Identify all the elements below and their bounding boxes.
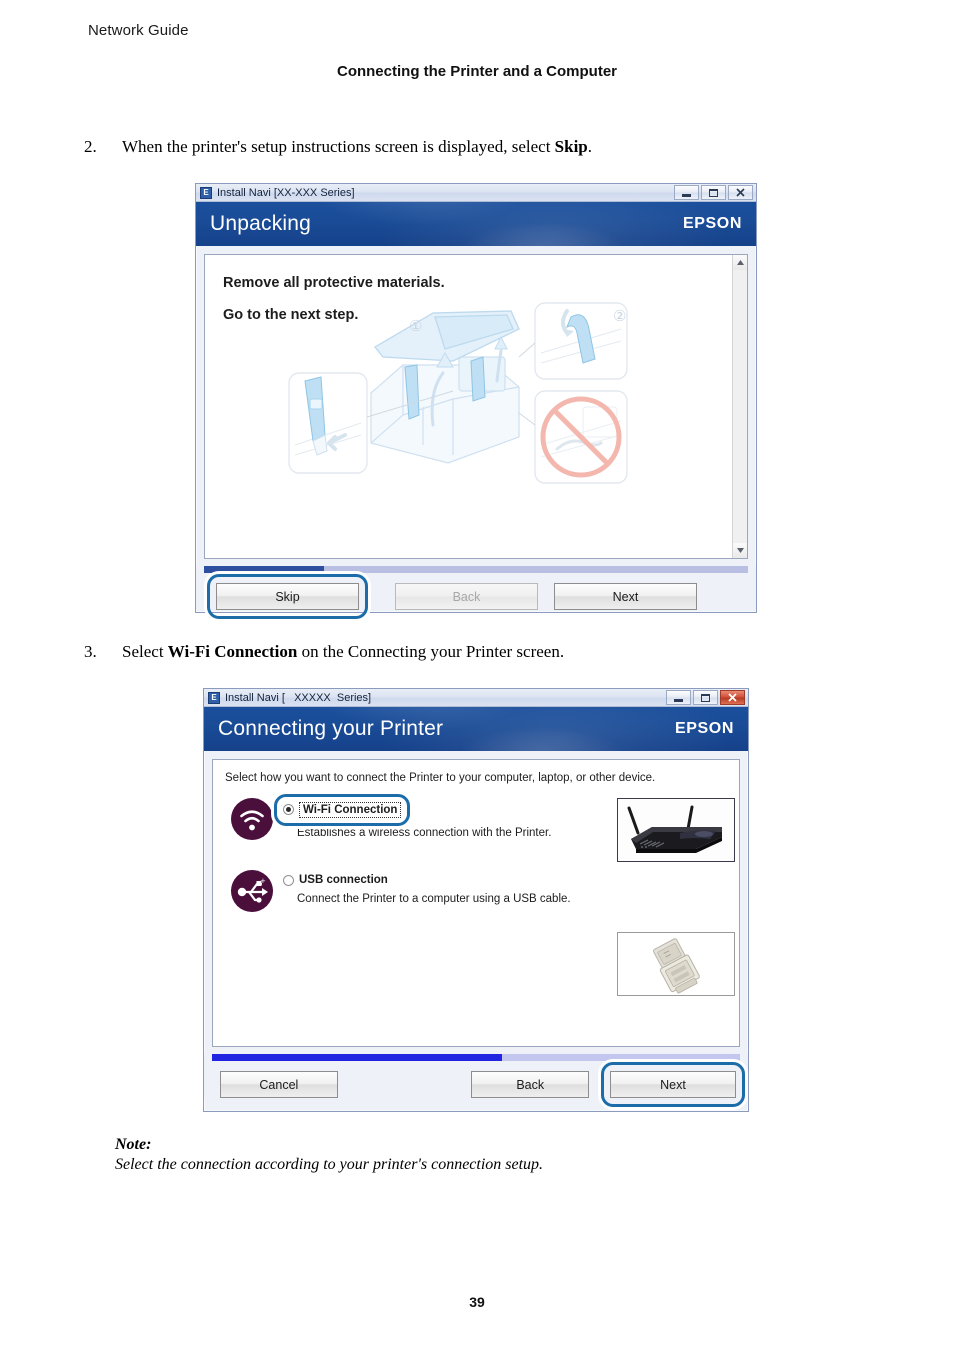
usb-option-label[interactable]: USB connection bbox=[299, 874, 388, 886]
dialog1-button-row: Skip Back Next bbox=[196, 573, 756, 619]
dialog2-progress-bar bbox=[212, 1054, 740, 1061]
step-3-text: Select Wi-Fi Connection on the Connectin… bbox=[122, 641, 784, 663]
install-navi-window-unpacking[interactable]: E Install Navi [XX-XXX Series] Unpacking… bbox=[195, 183, 757, 619]
next-button[interactable]: Next bbox=[554, 583, 697, 610]
dialog2-titlebar[interactable]: E Install Navi [ XXXXX Series] bbox=[204, 689, 748, 707]
usb-radio-button[interactable] bbox=[283, 874, 294, 886]
epson-logo: EPSON bbox=[682, 215, 742, 232]
maximize-button[interactable] bbox=[701, 185, 726, 200]
scroll-down-arrow[interactable] bbox=[733, 543, 747, 558]
svg-text:+: + bbox=[260, 877, 266, 885]
cancel-button[interactable]: Cancel bbox=[219, 1071, 338, 1098]
wifi-radio-button[interactable] bbox=[283, 804, 294, 815]
dialog1-title: Install Navi [XX-XXX Series] bbox=[217, 186, 355, 199]
step-2-text-before: When the printer's setup instructions sc… bbox=[122, 137, 555, 156]
dialog1-progress-bar bbox=[204, 566, 748, 573]
close-button[interactable] bbox=[728, 185, 753, 200]
document-header-center: Connecting the Printer and a Computer bbox=[336, 63, 618, 80]
unpacking-line-1: Remove all protective materials. bbox=[223, 275, 445, 291]
callout-2-number: ② bbox=[613, 307, 626, 325]
wifi-radio-line[interactable]: Wi-Fi Connection bbox=[283, 801, 402, 818]
dialog2-banner: Connecting your Printer EPSON bbox=[204, 707, 748, 751]
dialog1-window-controls[interactable] bbox=[674, 185, 753, 200]
page-number: 39 bbox=[469, 1294, 485, 1310]
note-text: Select the connection according to your … bbox=[115, 1156, 544, 1173]
skip-button[interactable]: Skip bbox=[216, 583, 359, 610]
install-navi-app-icon: E bbox=[200, 186, 212, 199]
option-row-usb[interactable]: + USB connection Connect the Printer to … bbox=[213, 840, 739, 996]
printer-unpacking-illustration: ② ① bbox=[283, 295, 653, 495]
dialog2-content-area: Select how you want to connect the Print… bbox=[212, 759, 740, 1047]
usb-option-description: Connect the Printer to a computer using … bbox=[297, 893, 571, 905]
callout-1-number: ① bbox=[409, 317, 422, 335]
wifi-option-label[interactable]: Wi-Fi Connection bbox=[299, 801, 402, 818]
note-block: Note: Select the connection according to… bbox=[115, 1136, 815, 1174]
next-button-highlight: Next bbox=[601, 1062, 745, 1107]
step-2: 2. When the printer's setup instructions… bbox=[84, 136, 784, 158]
step-3: 3. Select Wi-Fi Connection on the Connec… bbox=[84, 641, 784, 663]
dialog2-title: Install Navi [ XXXXX Series] bbox=[225, 691, 372, 704]
dialog1-banner-title: Unpacking bbox=[210, 212, 312, 235]
install-navi-window-connecting[interactable]: E Install Navi [ XXXXX Series] Connectin… bbox=[203, 688, 749, 1112]
step-2-number: 2. bbox=[84, 137, 97, 156]
skip-button-highlight: Skip bbox=[207, 574, 368, 619]
usb-connector-thumbnail bbox=[617, 932, 735, 996]
dialog1-footer: Skip Back Next bbox=[196, 566, 756, 619]
step-3-text-before: Select bbox=[122, 642, 168, 661]
wifi-icon bbox=[231, 798, 273, 840]
vertical-scrollbar[interactable] bbox=[732, 255, 747, 558]
step-2-text-after: . bbox=[587, 137, 593, 156]
wifi-option-description: Establishes a wireless connection with t… bbox=[297, 827, 552, 839]
wifi-option-highlight: Wi-Fi Connection bbox=[273, 793, 411, 826]
scroll-up-arrow[interactable] bbox=[733, 255, 747, 270]
epson-logo: EPSON bbox=[674, 720, 734, 737]
usb-radio-line[interactable]: USB connection bbox=[283, 874, 571, 886]
minimize-button[interactable] bbox=[666, 690, 691, 705]
next-button[interactable]: Next bbox=[610, 1071, 736, 1098]
minimize-button[interactable] bbox=[674, 185, 699, 200]
step-3-text-after: on the Connecting your Printer screen. bbox=[297, 642, 565, 661]
dialog2-banner-title: Connecting your Printer bbox=[218, 717, 444, 740]
dialog1-banner: Unpacking EPSON bbox=[196, 202, 756, 246]
dialog2-button-row: Cancel Back Next bbox=[204, 1061, 748, 1107]
maximize-button[interactable] bbox=[693, 690, 718, 705]
dialog1-progress-fill bbox=[204, 566, 324, 573]
document-header-left: Network Guide bbox=[88, 22, 189, 39]
step-3-number: 3. bbox=[84, 642, 97, 661]
connection-intro-text: Select how you want to connect the Print… bbox=[225, 772, 656, 784]
note-title: Note: bbox=[115, 1136, 152, 1153]
dialog2-footer: Cancel Back Next bbox=[204, 1054, 748, 1107]
step-2-bold: Skip bbox=[554, 137, 588, 156]
close-button[interactable] bbox=[720, 690, 745, 705]
dialog2-window-controls[interactable] bbox=[666, 690, 745, 705]
back-button[interactable]: Back bbox=[395, 583, 538, 610]
step-3-bold: Wi-Fi Connection bbox=[167, 642, 298, 661]
option-row-wifi[interactable]: Wi-Fi Connection Establishes a wireless … bbox=[213, 784, 739, 862]
dialog1-titlebar[interactable]: E Install Navi [XX-XXX Series] bbox=[196, 184, 756, 202]
back-button[interactable]: Back bbox=[471, 1071, 590, 1098]
option-text-usb: USB connection Connect the Printer to a … bbox=[283, 870, 571, 905]
install-navi-app-icon: E bbox=[208, 691, 220, 704]
option-text-wifi: Wi-Fi Connection Establishes a wireless … bbox=[273, 793, 552, 839]
step-2-text: When the printer's setup instructions sc… bbox=[122, 136, 784, 158]
dialog2-progress-fill bbox=[212, 1054, 503, 1061]
dialog1-content-area: Remove all protective materials. Go to t… bbox=[204, 254, 748, 559]
usb-icon: + bbox=[231, 870, 273, 912]
